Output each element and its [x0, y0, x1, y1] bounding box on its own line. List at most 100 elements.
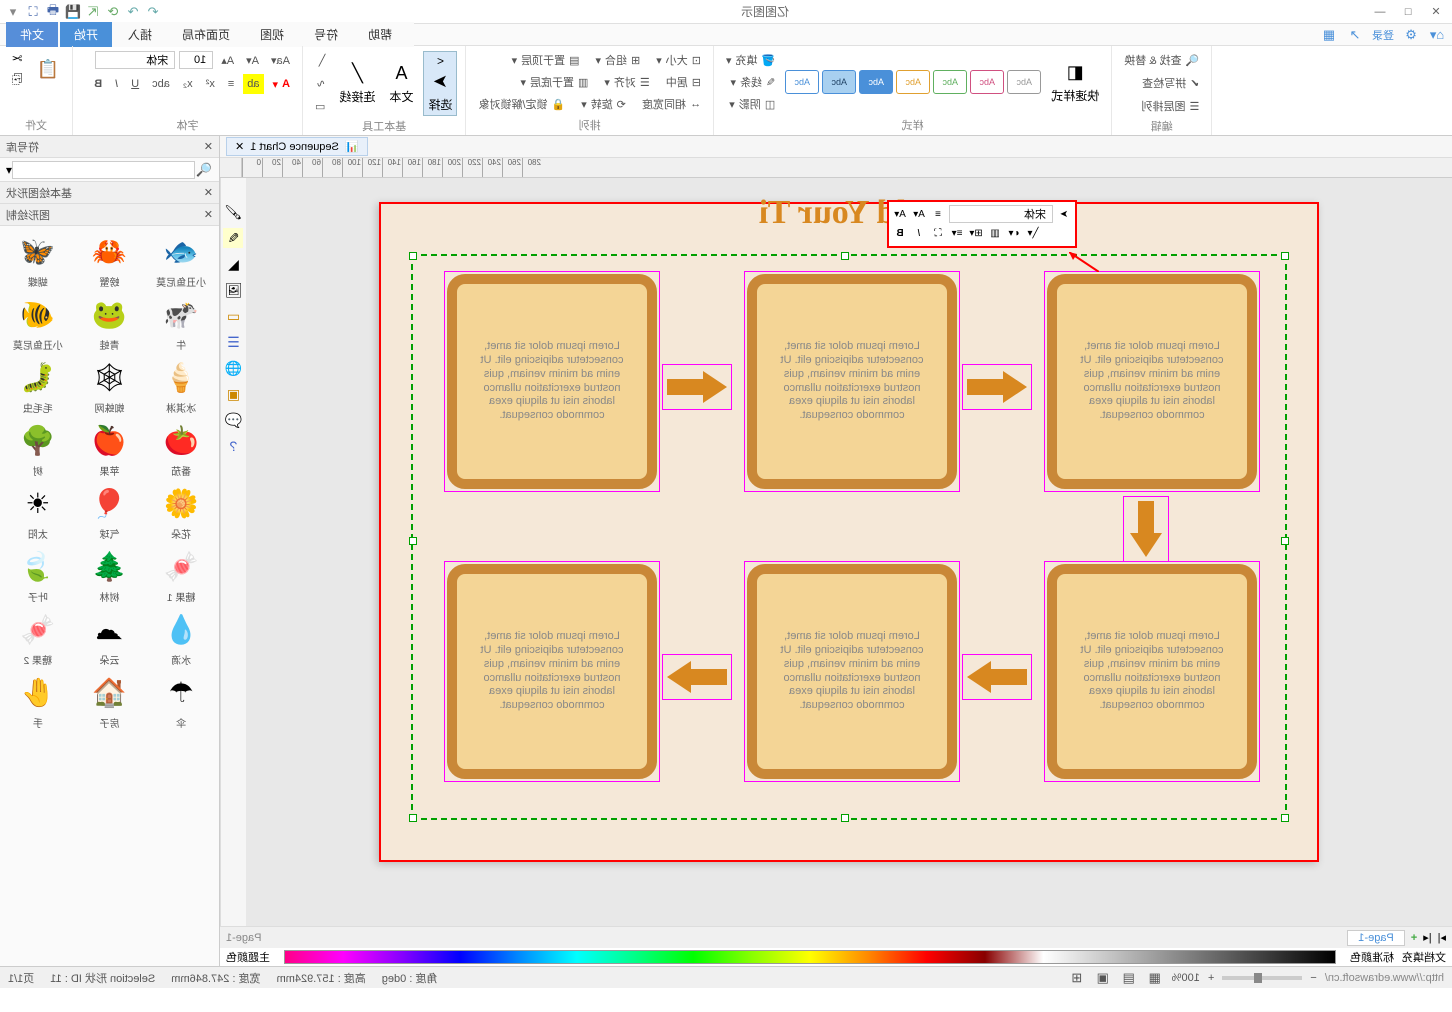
resize-handle-se[interactable]: [409, 814, 417, 822]
ft-align-icon[interactable]: ≡▾: [949, 225, 965, 241]
zoom-slider[interactable]: [1222, 976, 1302, 980]
arrow-left-icon[interactable]: [662, 364, 732, 410]
tool-paint-icon[interactable]: 🖌: [224, 202, 244, 222]
shape-rect-icon[interactable]: ▭: [311, 96, 329, 116]
shape-curve-icon[interactable]: ∿: [311, 73, 329, 93]
sendback-button[interactable]: ▥ 置于底层▾: [516, 72, 592, 92]
font-name-input[interactable]: 宋体: [95, 51, 175, 69]
shape-item[interactable]: 🕸蜘蛛网: [76, 356, 144, 415]
ft-expand-icon[interactable]: ⛶: [930, 225, 946, 241]
maximize-button[interactable]: □: [1396, 2, 1420, 22]
search-icon[interactable]: 🔍: [195, 161, 213, 179]
cut-icon[interactable]: ✂: [8, 50, 26, 68]
italic-button[interactable]: I: [111, 74, 122, 94]
shape-item[interactable]: 🐄牛: [147, 293, 215, 352]
text-tool[interactable]: A文本: [385, 60, 417, 107]
page[interactable]: Add Your Ti A▾ A▾ ≡ 宋体 ➤ B I ⛶: [379, 202, 1319, 862]
resize-handle-sw[interactable]: [1281, 814, 1289, 822]
shadow-button[interactable]: ◫ 阴影▾: [722, 94, 779, 114]
arrow-right-icon[interactable]: [962, 654, 1032, 700]
tab-view[interactable]: 视图: [246, 22, 298, 47]
style-swatch-3[interactable]: Abc: [859, 70, 893, 94]
tab-file[interactable]: 文件: [6, 22, 58, 47]
style-swatch-7[interactable]: Abc: [1007, 70, 1041, 94]
page-add-button[interactable]: +: [1411, 932, 1417, 944]
zoom-in-icon[interactable]: +: [1208, 972, 1214, 984]
font-grow-icon[interactable]: A▴: [217, 50, 238, 70]
shape-item[interactable]: 🍅番茄: [147, 419, 215, 478]
shape-line-icon[interactable]: ╲: [311, 50, 329, 70]
ft-fill-icon[interactable]: ◐▾: [1006, 225, 1022, 241]
shape-item[interactable]: 🍦冰淇淋: [147, 356, 215, 415]
view-mode-4-icon[interactable]: ⊞: [1068, 969, 1086, 987]
shape-item[interactable]: 🌼花朵: [147, 482, 215, 541]
spell-button[interactable]: ✔ 拼写检查: [1138, 73, 1203, 93]
bold-button[interactable]: B: [90, 74, 106, 94]
section-close-icon-2[interactable]: ✕: [204, 208, 213, 221]
gear-icon[interactable]: ⚙: [1402, 26, 1420, 44]
tool-triangle-icon[interactable]: ◣: [224, 254, 244, 274]
tool-list-icon[interactable]: ☰: [224, 332, 244, 352]
shape-item[interactable]: 🐸青蛙: [76, 293, 144, 352]
tab-layout[interactable]: 页面布局: [168, 22, 244, 47]
sup-button[interactable]: x²: [202, 74, 219, 94]
tab-help[interactable]: 帮助: [354, 22, 406, 47]
copy-icon[interactable]: ⎘: [8, 70, 26, 88]
shape-item[interactable]: 🏠房子: [76, 671, 144, 730]
dropdown-icon[interactable]: ▾: [4, 3, 22, 21]
shape-item[interactable]: ☁云朵: [76, 608, 144, 667]
tool-pencil-icon[interactable]: ✎: [224, 228, 244, 248]
fill-button[interactable]: 🪣 填充▾: [722, 50, 779, 70]
sequence-card[interactable]: Lorem ipsum dolor sit amet, consectetur …: [747, 564, 957, 779]
font-case-icon[interactable]: Aa▾: [267, 50, 294, 70]
minimize-button[interactable]: —: [1368, 2, 1392, 22]
align-button[interactable]: ☰ 对齐▾: [600, 72, 653, 92]
tool-frame-icon[interactable]: ▣: [224, 384, 244, 404]
canvas[interactable]: Add Your Ti A▾ A▾ ≡ 宋体 ➤ B I ⛶: [246, 178, 1452, 926]
font-size-input[interactable]: 10: [179, 51, 213, 69]
shape-item[interactable]: 🦋蝴蝶: [4, 230, 72, 289]
tool-image-icon[interactable]: 🖼: [224, 280, 244, 300]
arrow-right-icon[interactable]: [662, 654, 732, 700]
layer-button[interactable]: ☰ 图层排列: [1138, 96, 1204, 116]
find-button[interactable]: 🔍 查找 & 替换: [1120, 50, 1203, 70]
connector-tool[interactable]: ╱连接线: [335, 60, 379, 107]
shape-item[interactable]: 🍬糖果 1: [147, 545, 215, 604]
tool-help-icon[interactable]: ?: [224, 436, 244, 456]
style-swatch-5[interactable]: Abc: [933, 70, 967, 94]
shape-item[interactable]: 🍃叶子: [4, 545, 72, 604]
close-button[interactable]: ✕: [1424, 2, 1448, 22]
shape-item[interactable]: 🦀螃蟹: [76, 230, 144, 289]
ft-pointer-icon[interactable]: ➤: [1056, 206, 1072, 222]
resize-handle-n[interactable]: [841, 252, 849, 260]
shape-item[interactable]: 🍬糖果 2: [4, 608, 72, 667]
size-button[interactable]: ⊡ 大小▾: [652, 50, 705, 70]
ft-cols-icon[interactable]: ▥: [987, 225, 1003, 241]
resize-handle-w[interactable]: [1281, 537, 1289, 545]
tool-globe-icon[interactable]: 🌐: [224, 358, 244, 378]
tab-insert[interactable]: 插入: [114, 22, 166, 47]
doc-tab[interactable]: 📊 Sequence Chart 1 ✕: [226, 137, 368, 156]
tool-rect-icon[interactable]: ▭: [224, 306, 244, 326]
zoom-out-icon[interactable]: −: [1310, 972, 1316, 984]
quickstyle-button[interactable]: ◧快速样式: [1047, 59, 1103, 106]
shape-item[interactable]: 🐠小丑鱼尼莫: [4, 293, 72, 352]
view-mode-2-icon[interactable]: ▤: [1120, 969, 1138, 987]
shape-item[interactable]: 🌲树林: [76, 545, 144, 604]
select-tool[interactable]: < ➤选择: [423, 51, 457, 116]
rotate-button[interactable]: ⟲ 旋转▾: [577, 94, 630, 114]
arrow-down-icon[interactable]: [1123, 496, 1169, 562]
ft-italic-icon[interactable]: I: [911, 225, 927, 241]
fullscreen-icon[interactable]: ⛶: [24, 3, 42, 21]
highlight-icon[interactable]: ab: [243, 74, 263, 94]
print-icon[interactable]: 🖶: [44, 3, 62, 21]
shape-item[interactable]: ☀太阳: [4, 482, 72, 541]
style-swatch-2[interactable]: Abc: [822, 70, 856, 94]
undo-icon[interactable]: ↶: [144, 3, 162, 21]
sub-button[interactable]: x₂: [179, 74, 197, 94]
fontcolor-icon[interactable]: A▾: [269, 74, 294, 94]
login-link[interactable]: 登录: [1372, 27, 1394, 43]
shape-item[interactable]: 🎈气球: [76, 482, 144, 541]
share-icon[interactable]: ↗: [1346, 26, 1364, 44]
home-icon[interactable]: ⌂▾: [1428, 26, 1446, 44]
